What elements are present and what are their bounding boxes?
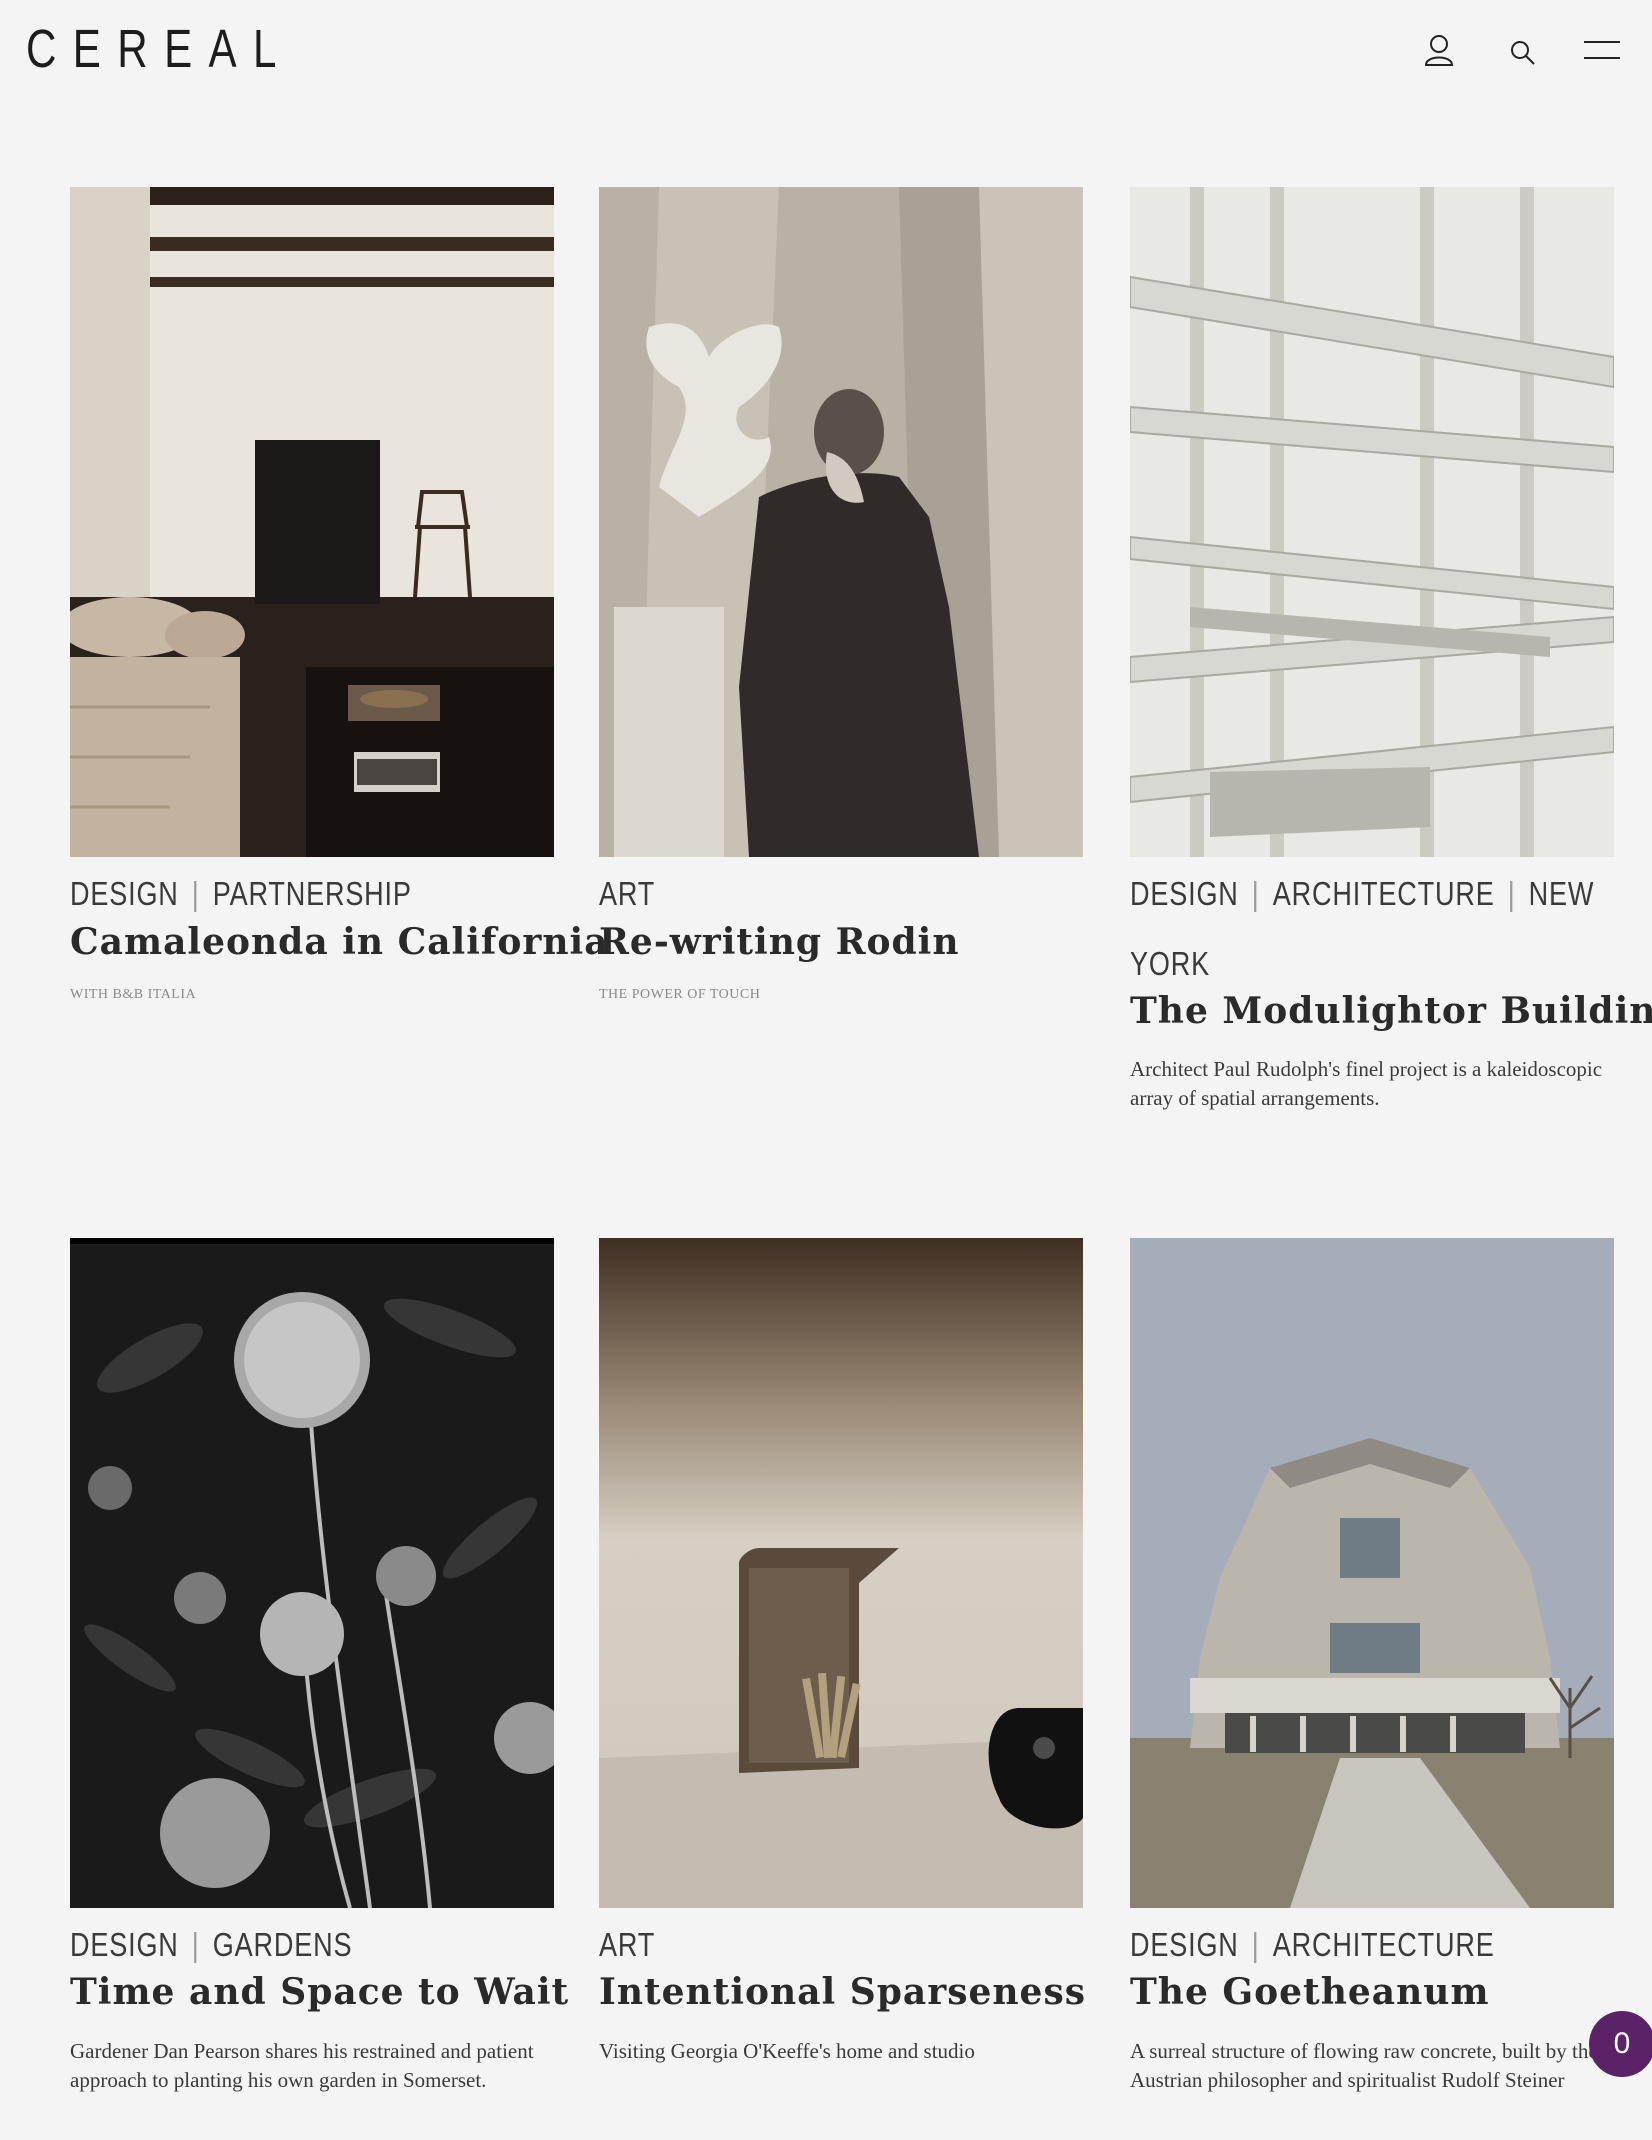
article-title[interactable]: The Modulightor Building [1130, 990, 1652, 1032]
article-description: Visiting Georgia O'Keeffe's home and stu… [599, 2039, 975, 2063]
article-tags: DESIGN | ARCHITECTURE [1130, 1910, 1614, 1980]
user-icon[interactable] [1424, 34, 1454, 70]
tag-separator: | [1507, 875, 1516, 912]
article-tags: ART [599, 859, 1083, 929]
tag-link[interactable]: GARDENS [213, 1926, 353, 1963]
article-tags: DESIGN | ARCHITECTURE | NEW YORK [1130, 859, 1614, 999]
site-logo[interactable]: CEREAL [26, 18, 293, 80]
article-photo-goetheanum[interactable] [1130, 1238, 1614, 1908]
article-title[interactable]: Time and Space to Wait [70, 1971, 630, 2013]
article-tags: ART [599, 1910, 1083, 1980]
article-photo-interior[interactable] [70, 187, 554, 857]
article-title[interactable]: Re-writing Rodin [599, 921, 1159, 963]
article-description: Gardener Dan Pearson shares his restrain… [70, 2039, 534, 2092]
article-photo-garden[interactable] [70, 1238, 554, 1908]
tag-link[interactable]: DESIGN [1130, 1926, 1239, 1963]
tag-link[interactable]: ARCHITECTURE [1273, 1926, 1495, 1963]
menu-icon[interactable] [1584, 38, 1620, 66]
article-title[interactable]: Camaleonda in California [70, 921, 630, 963]
article-description: Architect Paul Rudolph's finel project i… [1130, 1057, 1603, 1110]
tag-link[interactable]: ART [599, 1926, 655, 1963]
tag-link[interactable]: DESIGN [70, 875, 179, 912]
article-kicker: THE POWER OF TOUCH [599, 987, 761, 1002]
tag-link[interactable]: DESIGN [1130, 875, 1239, 912]
article-photo-fireplace[interactable] [599, 1238, 1083, 1908]
article-title[interactable]: The Goetheanum [1130, 1971, 1652, 2013]
chat-bubble-button[interactable]: 0 [1589, 2011, 1652, 2077]
site-header: CEREAL [0, 0, 1652, 110]
tag-separator: | [191, 1926, 200, 1963]
tag-link[interactable]: DESIGN [70, 1926, 179, 1963]
article-description: A surreal structure of flowing raw concr… [1130, 2039, 1598, 2092]
search-icon[interactable] [1510, 40, 1536, 70]
article-tags: DESIGN | GARDENS [70, 1910, 554, 1980]
article-kicker: WITH B&B ITALIA [70, 987, 197, 1002]
article-title[interactable]: Intentional Sparseness [599, 1971, 1159, 2013]
tag-separator: | [191, 875, 200, 912]
tag-separator: | [1251, 875, 1260, 912]
tag-link[interactable]: PARTNERSHIP [213, 875, 412, 912]
article-tags: DESIGN | PARTNERSHIP [70, 859, 554, 929]
tag-link[interactable]: ART [599, 875, 655, 912]
article-photo-modulightor[interactable] [1130, 187, 1614, 857]
article-photo-rodin[interactable] [599, 187, 1083, 857]
tag-link[interactable]: ARCHITECTURE [1273, 875, 1495, 912]
tag-separator: | [1251, 1926, 1260, 1963]
